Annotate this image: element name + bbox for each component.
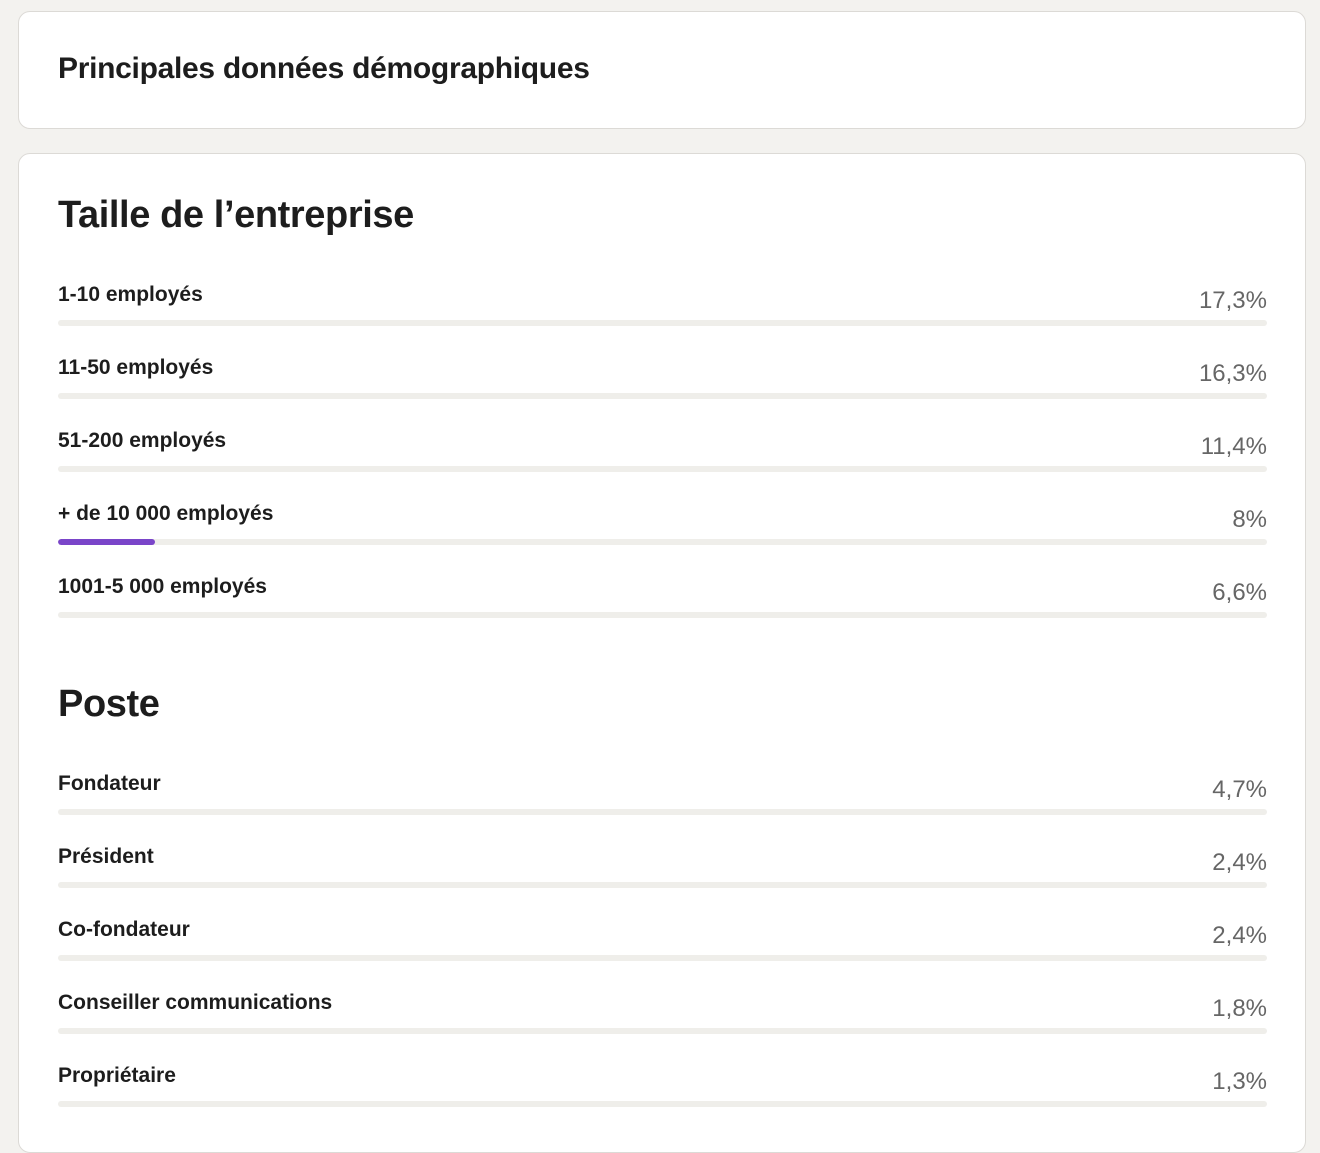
row-percentage: 2,4%	[1212, 849, 1267, 876]
row-label: Propriétaire	[58, 1064, 176, 1087]
progress-track	[58, 882, 1267, 888]
row-label: 1001-5 000 employés	[58, 575, 267, 598]
row-label: + de 10 000 employés	[58, 502, 274, 525]
row-percentage: 4,7%	[1212, 776, 1267, 803]
progress-fill	[58, 612, 138, 618]
card-title: Principales données démographiques	[58, 52, 590, 85]
progress-fill	[58, 882, 87, 888]
progress-fill	[58, 393, 255, 399]
progress-track	[58, 809, 1267, 815]
progress-track	[58, 612, 1267, 618]
job-title-row: Conseiller communications 1,8%	[58, 983, 1267, 1056]
row-percentage: 6,6%	[1212, 579, 1267, 606]
row-label: Fondateur	[58, 772, 161, 795]
progress-fill	[58, 539, 155, 545]
progress-fill	[58, 955, 87, 961]
company-size-row: + de 10 000 employés 8%	[58, 494, 1267, 567]
job-title-row: Président 2,4%	[58, 837, 1267, 910]
row-label: Président	[58, 845, 154, 868]
section-title-job-title: Poste	[58, 683, 160, 725]
company-size-list: 1-10 employés 17,3% 11-50 employés 16,3%…	[58, 275, 1267, 640]
progress-fill	[58, 809, 115, 815]
job-title-row: Fondateur 4,7%	[58, 764, 1267, 837]
row-percentage: 1,3%	[1212, 1068, 1267, 1095]
row-label: 51-200 employés	[58, 429, 227, 452]
progress-track	[58, 393, 1267, 399]
progress-track	[58, 1028, 1267, 1034]
job-title-row: Propriétaire 1,3%	[58, 1056, 1267, 1129]
row-percentage: 16,3%	[1198, 360, 1267, 387]
row-percentage: 17,3%	[1198, 287, 1267, 314]
row-percentage: 2,4%	[1212, 922, 1267, 949]
progress-fill	[58, 1101, 74, 1107]
progress-fill	[58, 320, 267, 326]
section-title-company-size: Taille de l’entreprise	[58, 194, 414, 236]
company-size-row: 1001-5 000 employés 6,6%	[58, 567, 1267, 640]
progress-track	[58, 1101, 1267, 1107]
company-size-row: 11-50 employés 16,3%	[58, 348, 1267, 421]
row-label: Co-fondateur	[58, 918, 190, 941]
row-percentage: 1,8%	[1212, 995, 1267, 1022]
progress-track	[58, 539, 1267, 545]
job-title-row: Co-fondateur 2,4%	[58, 910, 1267, 983]
row-label: 11-50 employés	[58, 356, 214, 379]
row-label: 1-10 employés	[58, 283, 203, 306]
demographics-header-card: Principales données démographiques	[18, 11, 1306, 129]
company-size-row: 1-10 employés 17,3%	[58, 275, 1267, 348]
progress-fill	[58, 1028, 80, 1034]
progress-track	[58, 955, 1267, 961]
progress-track	[58, 466, 1267, 472]
company-size-row: 51-200 employés 11,4%	[58, 421, 1267, 494]
row-percentage: 8%	[1232, 506, 1267, 533]
progress-track	[58, 320, 1267, 326]
job-title-list: Fondateur 4,7% Président 2,4% Co-fondate…	[58, 764, 1267, 1129]
row-percentage: 11,4%	[1200, 433, 1267, 460]
demographics-card: Taille de l’entreprise 1-10 employés 17,…	[18, 153, 1306, 1153]
progress-fill	[58, 466, 196, 472]
row-label: Conseiller communications	[58, 991, 333, 1014]
